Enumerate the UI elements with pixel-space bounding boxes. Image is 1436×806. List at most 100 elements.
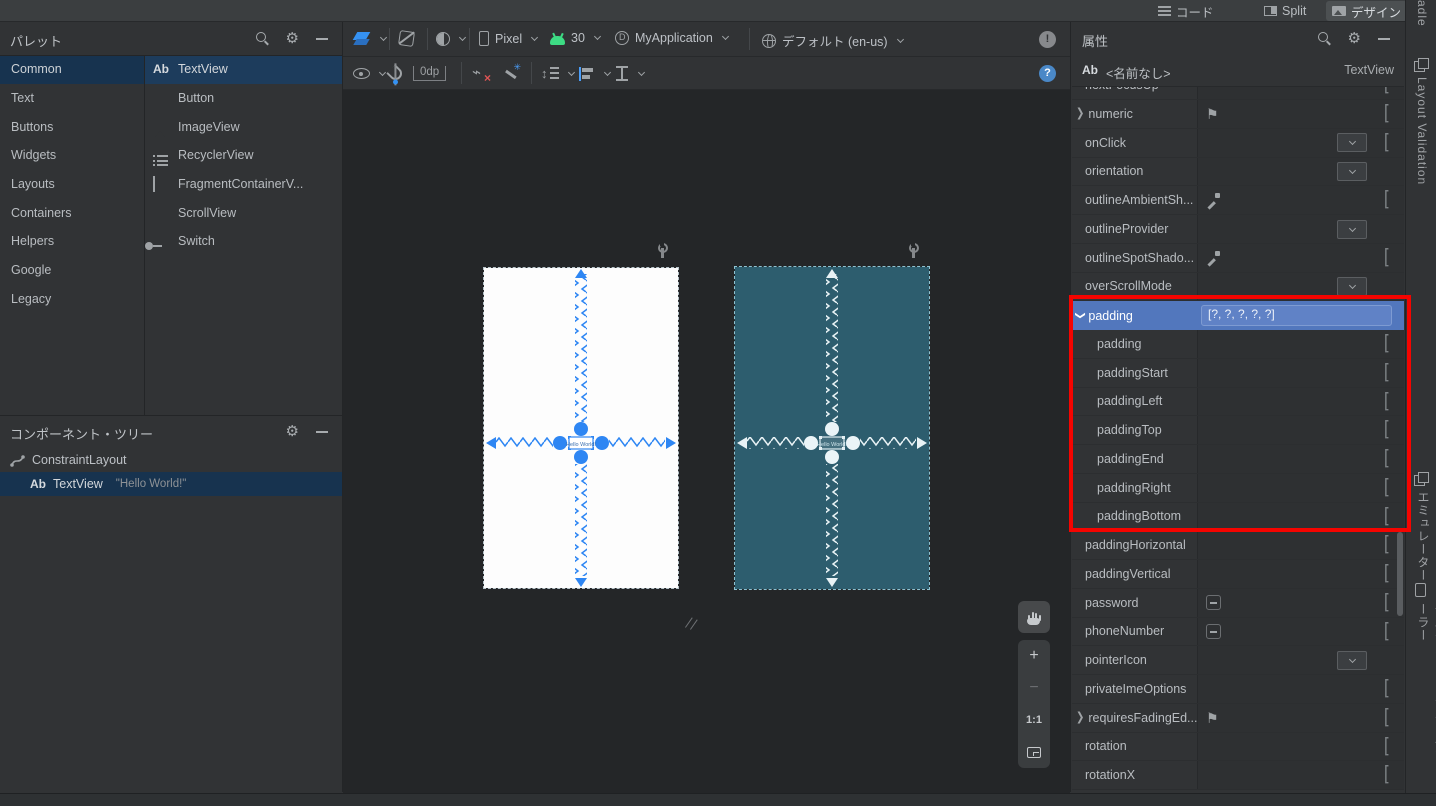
attribute-row[interactable]: ❯ numeric ⚑[ xyxy=(1072,100,1404,129)
tool-tab-device-file-explorer[interactable]: デバイス・ファイル・エクスプローラー xyxy=(1406,583,1436,803)
pack-button[interactable] xyxy=(541,66,576,81)
resource-picker-icon[interactable]: [ xyxy=(1384,531,1390,556)
tool-tab-gradle[interactable]: adle xyxy=(1415,0,1429,27)
minimize-icon[interactable] xyxy=(316,430,328,433)
attribute-row[interactable]: paddingBottom [ xyxy=(1072,502,1404,532)
expander-icon[interactable]: ❯ xyxy=(1076,107,1084,120)
attribute-row[interactable]: paddingStart [ xyxy=(1072,358,1404,388)
surface-selector-button[interactable] xyxy=(353,32,388,46)
dropdown-button[interactable] xyxy=(1337,277,1367,296)
api-selector[interactable]: 30 xyxy=(550,31,601,45)
minimize-icon[interactable] xyxy=(1378,37,1390,40)
dropdown-button[interactable] xyxy=(1337,162,1367,181)
resource-picker-icon[interactable]: [ xyxy=(1384,474,1390,499)
resource-picker-icon[interactable]: [ xyxy=(1384,618,1390,643)
resource-picker-icon[interactable]: [ xyxy=(1384,388,1390,413)
resource-picker-icon[interactable]: [ xyxy=(1384,733,1390,758)
attribute-row[interactable]: phoneNumber [ xyxy=(1072,617,1404,647)
attribute-row[interactable]: outlineProvider xyxy=(1072,215,1404,244)
resource-picker-icon[interactable]: [ xyxy=(1384,589,1390,614)
palette-category-layouts[interactable]: Layouts xyxy=(0,170,144,199)
zoom-in-button[interactable]: + xyxy=(1018,640,1050,672)
zoom-reset-button[interactable]: 1:1 xyxy=(1018,704,1050,736)
palette-item-button[interactable]: Button xyxy=(145,84,342,113)
palette-item-scrollview[interactable]: ScrollView xyxy=(145,198,342,227)
attribute-row[interactable]: password [ xyxy=(1072,588,1404,618)
night-mode-button[interactable] xyxy=(436,32,467,46)
search-icon[interactable] xyxy=(255,32,269,45)
zoom-fit-button[interactable] xyxy=(1018,736,1050,768)
dropdown-button[interactable] xyxy=(1337,650,1367,670)
attribute-row[interactable]: paddingLeft [ xyxy=(1072,387,1404,417)
resource-picker-icon[interactable]: [ xyxy=(1384,129,1390,154)
autoconnect-button[interactable] xyxy=(386,64,405,83)
help-badge[interactable]: ? xyxy=(1039,65,1056,82)
view-options-button[interactable] xyxy=(353,68,387,79)
attribute-row[interactable]: paddingVertical [ xyxy=(1072,560,1404,589)
attribute-row-padding-selected[interactable]: ❯ padding [?, ?, ?, ?, ?] xyxy=(1072,301,1404,330)
align-button[interactable] xyxy=(579,67,612,81)
resource-picker-icon[interactable]: [ xyxy=(1384,704,1390,729)
canvas-resize-grip[interactable] xyxy=(683,616,697,630)
attribute-row[interactable]: paddingEnd [ xyxy=(1072,445,1404,474)
tab-split[interactable]: Split xyxy=(1258,1,1312,21)
clear-constraints-button[interactable] xyxy=(472,63,491,85)
design-view-preview[interactable]: Hello World! xyxy=(483,267,679,589)
blueprint-view-preview[interactable]: Hello World! xyxy=(734,266,930,590)
palette-item-switch[interactable]: Switch xyxy=(145,227,342,256)
color-picker-icon[interactable] xyxy=(1206,250,1220,265)
boolean-toggle-icon[interactable] xyxy=(1206,624,1221,639)
zoom-out-button[interactable]: − xyxy=(1018,672,1050,704)
attribute-row[interactable]: rotationX [ xyxy=(1072,761,1404,790)
attribute-row[interactable]: privateImeOptions [ xyxy=(1072,675,1404,704)
palette-category-helpers[interactable]: Helpers xyxy=(0,227,144,256)
color-picker-icon[interactable] xyxy=(1206,193,1220,207)
attribute-row[interactable]: padding [ xyxy=(1072,330,1404,359)
resource-picker-icon[interactable]: [ xyxy=(1384,359,1390,384)
expander-icon[interactable]: ❯ xyxy=(1076,711,1084,724)
locale-selector[interactable]: デフォルト (en-us) xyxy=(762,31,904,50)
gear-icon[interactable]: ⚙ xyxy=(1348,31,1361,46)
resource-picker-icon[interactable]: [ xyxy=(1384,445,1390,470)
tab-design[interactable]: デザイン xyxy=(1326,1,1408,21)
boolean-toggle-icon[interactable] xyxy=(1206,595,1221,611)
attribute-row[interactable]: outlineSpotShado... [ xyxy=(1072,243,1404,273)
flag-icon[interactable]: ⚑ xyxy=(1206,106,1219,123)
minimize-icon[interactable] xyxy=(316,37,328,40)
resource-picker-icon[interactable]: [ xyxy=(1384,675,1390,700)
palette-item-imageview[interactable]: ImageView xyxy=(145,112,342,141)
padding-value[interactable]: [?, ?, ?, ?, ?] xyxy=(1201,304,1392,326)
resource-picker-icon[interactable]: [ xyxy=(1384,186,1390,211)
palette-category-common[interactable]: Common xyxy=(0,55,144,84)
resource-picker-icon[interactable]: [ xyxy=(1384,330,1390,355)
guidelines-button[interactable] xyxy=(615,66,646,81)
palette-category-widgets[interactable]: Widgets xyxy=(0,141,144,170)
attribute-row[interactable]: onClick [ xyxy=(1072,128,1404,158)
attribute-row[interactable]: ❯ requiresFadingEd... ⚑[ xyxy=(1072,703,1404,733)
resource-picker-icon[interactable]: [ xyxy=(1384,761,1390,786)
palette-item-recyclerview[interactable]: RecyclerView xyxy=(145,141,342,170)
palette-item-fragmentcontainerview[interactable]: FragmentContainerV... xyxy=(145,170,342,199)
attribute-row[interactable]: orientation xyxy=(1072,157,1404,187)
attribute-row[interactable]: paddingTop [ xyxy=(1072,416,1404,445)
palette-category-text[interactable]: Text xyxy=(0,84,144,113)
resource-picker-icon[interactable]: [ xyxy=(1384,503,1390,528)
expander-icon[interactable]: ❯ xyxy=(1075,311,1086,319)
gear-icon[interactable]: ⚙ xyxy=(286,31,299,46)
tool-tab-layout-validation[interactable]: Layout Validation xyxy=(1406,58,1436,185)
design-surface[interactable] xyxy=(343,90,1070,793)
device-selector[interactable]: Pixel xyxy=(479,31,539,46)
attribute-row[interactable]: paddingRight [ xyxy=(1072,473,1404,503)
orientation-button[interactable] xyxy=(398,30,415,47)
tree-node-constraintlayout[interactable]: ConstraintLayout xyxy=(0,448,342,472)
infer-constraints-button[interactable] xyxy=(503,62,521,82)
issues-badge[interactable]: ! xyxy=(1039,31,1056,48)
theme-selector[interactable]: MyApplication xyxy=(615,31,729,45)
attribute-row[interactable]: paddingHorizontal [ xyxy=(1072,531,1404,560)
tool-tab-emulator[interactable]: エミュレーター xyxy=(1406,472,1436,582)
resource-picker-icon[interactable]: [ xyxy=(1384,416,1390,441)
default-margin-button[interactable]: 0dp xyxy=(413,66,447,81)
palette-category-legacy[interactable]: Legacy xyxy=(0,285,144,314)
attribute-row[interactable]: outlineAmbientSh... [ xyxy=(1072,186,1404,215)
dropdown-button[interactable] xyxy=(1337,133,1367,153)
